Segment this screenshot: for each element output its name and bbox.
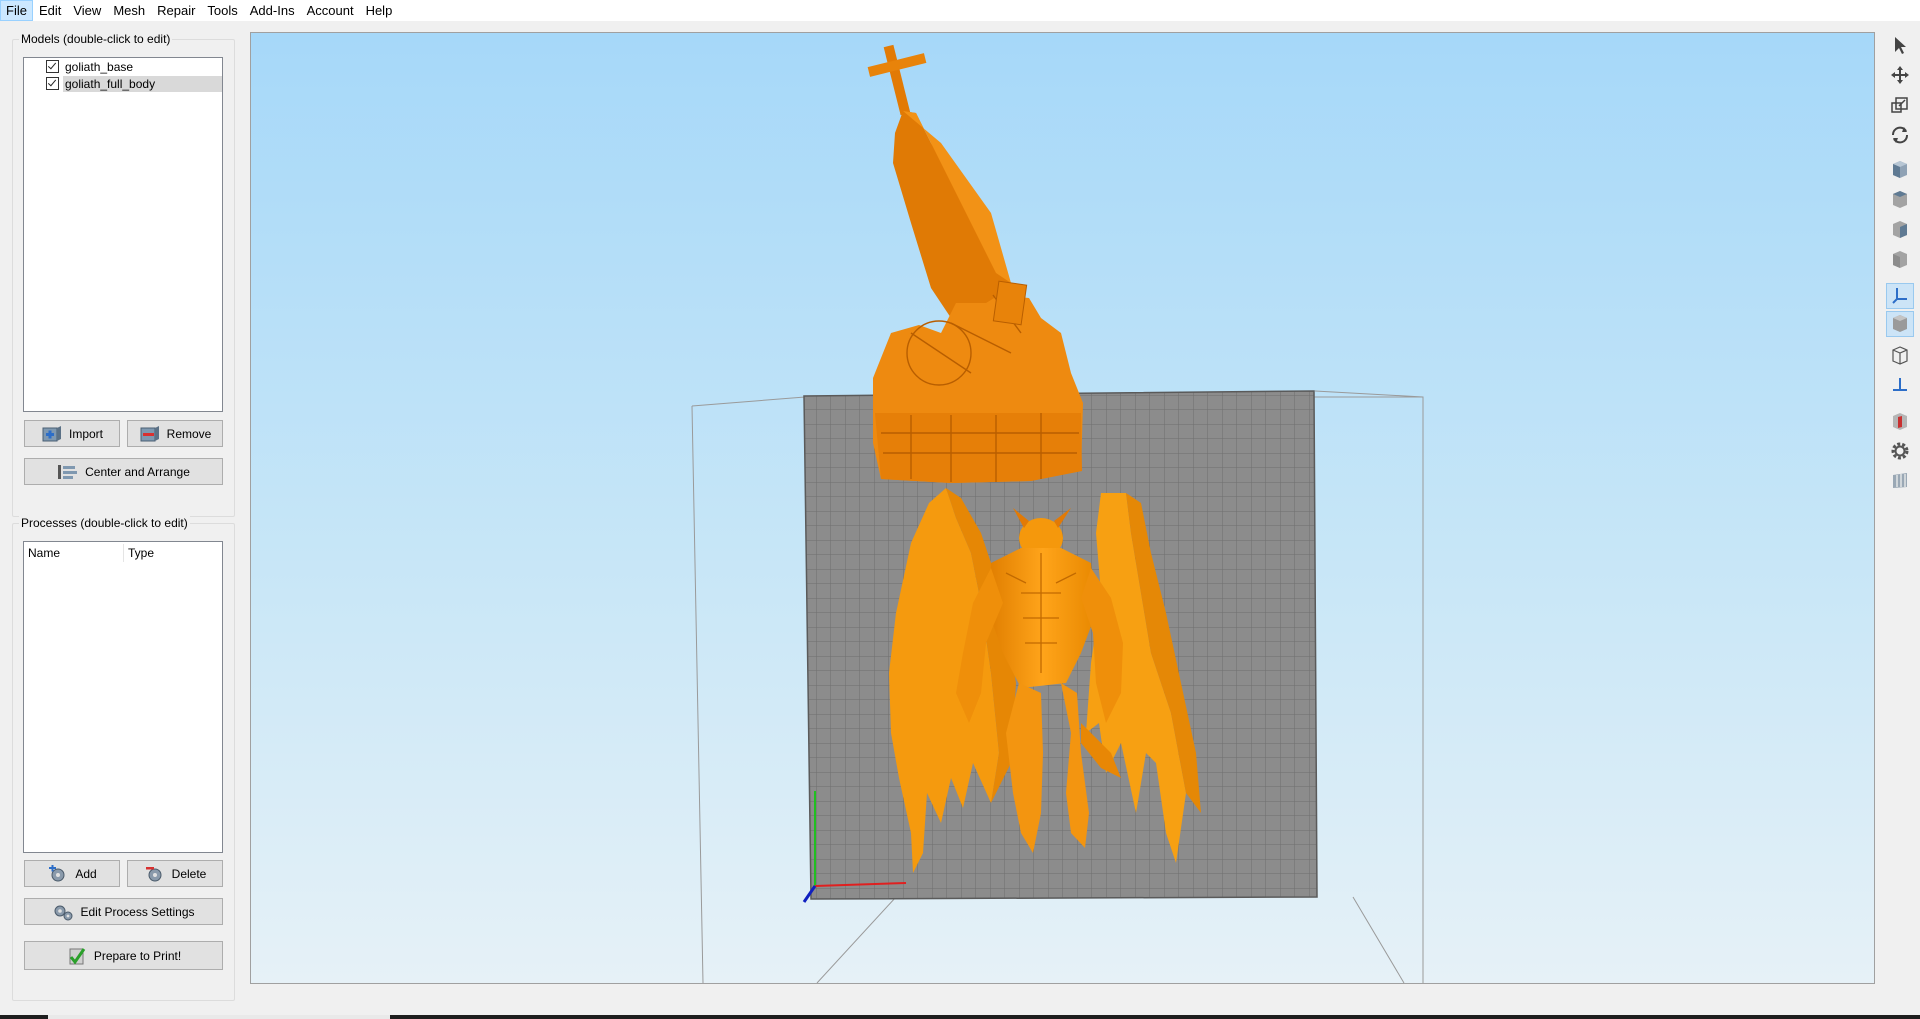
show-axes-button[interactable] (1886, 283, 1914, 309)
model-item-goliath-base[interactable]: goliath_base (46, 58, 135, 75)
rotate-icon (1889, 124, 1911, 149)
menu-help[interactable]: Help (360, 0, 399, 21)
wireframe-view-button[interactable] (1886, 343, 1914, 369)
settings-gear-icon (1889, 440, 1911, 465)
3d-viewport[interactable] (250, 32, 1875, 984)
show-axes-icon (1890, 285, 1910, 308)
origin-icon (1890, 375, 1910, 398)
origin-button[interactable] (1886, 373, 1914, 399)
solid-view-button[interactable] (1886, 311, 1914, 337)
remove-button[interactable]: Remove (127, 420, 223, 447)
delete-process-icon (144, 865, 166, 883)
menu-tools[interactable]: Tools (201, 0, 243, 21)
view-top-icon (1890, 189, 1910, 212)
import-button[interactable]: Import (24, 420, 120, 447)
remove-icon (139, 425, 161, 443)
scale-icon (1890, 95, 1910, 118)
menu-mesh[interactable]: Mesh (107, 0, 151, 21)
model-name: goliath_base (65, 59, 134, 74)
columns-icon (1890, 470, 1910, 493)
view-side-icon (1890, 219, 1910, 242)
right-toolbar (1882, 21, 1920, 981)
settings-button[interactable] (1886, 439, 1914, 465)
model-checkbox[interactable] (46, 77, 59, 90)
solid-view-icon (1890, 313, 1910, 336)
process-settings-icon (52, 903, 74, 921)
edit-process-settings-button[interactable]: Edit Process Settings (24, 898, 223, 925)
import-label: Import (68, 426, 103, 441)
move-tool-button[interactable] (1886, 63, 1914, 89)
menu-bar: File Edit View Mesh Repair Tools Add-Ins… (0, 0, 1920, 21)
view-front-icon (1890, 159, 1910, 182)
processes-table[interactable]: Name Type (23, 541, 223, 853)
menu-view[interactable]: View (67, 0, 107, 21)
add-process-button[interactable]: Add (24, 860, 120, 887)
prepare-check-icon (66, 946, 88, 966)
prepare-to-print-button[interactable]: Prepare to Print! (24, 941, 223, 970)
models-list[interactable]: goliath_base goliath_full_body (23, 57, 223, 412)
column-header-name[interactable]: Name (24, 542, 123, 564)
select-icon (1890, 35, 1910, 58)
section-view-button[interactable] (1886, 409, 1914, 435)
menu-add-ins[interactable]: Add-Ins (244, 0, 301, 21)
add-process-icon (47, 864, 69, 883)
models-group: Models (double-click to edit) goliath_ba… (12, 32, 235, 517)
scene-canvas[interactable] (251, 33, 1874, 983)
prepare-to-print-label: Prepare to Print! (93, 948, 182, 963)
center-arrange-icon (57, 463, 79, 481)
view-bottom-icon (1890, 249, 1910, 272)
models-group-title: Models (double-click to edit) (19, 32, 173, 46)
menu-account[interactable]: Account (301, 0, 360, 21)
delete-process-label: Delete (171, 866, 207, 881)
processes-group-title: Processes (double-click to edit) (19, 516, 190, 530)
import-icon (41, 425, 63, 443)
section-icon (1890, 411, 1910, 434)
model-goliath-base[interactable] (867, 44, 1083, 483)
left-panel: Models (double-click to edit) goliath_ba… (0, 21, 250, 1001)
model-checkbox[interactable] (46, 60, 59, 73)
model-name: goliath_full_body (63, 75, 222, 92)
remove-label: Remove (166, 426, 212, 441)
model-item-goliath-full-body[interactable]: goliath_full_body (46, 75, 222, 92)
center-and-arrange-button[interactable]: Center and Arrange (24, 458, 223, 485)
view-bottom-button[interactable] (1886, 247, 1914, 273)
view-front-button[interactable] (1886, 157, 1914, 183)
edit-process-settings-label: Edit Process Settings (80, 904, 195, 919)
view-side-button[interactable] (1886, 217, 1914, 243)
select-tool-button[interactable] (1886, 33, 1914, 59)
wireframe-view-icon (1890, 345, 1910, 368)
menu-edit[interactable]: Edit (33, 0, 67, 21)
move-icon (1890, 65, 1910, 88)
rotate-tool-button[interactable] (1886, 123, 1914, 149)
processes-group: Processes (double-click to edit) Name Ty… (12, 516, 235, 1001)
columns-button[interactable] (1886, 468, 1914, 494)
bottom-strip (0, 1015, 1920, 1019)
delete-process-button[interactable]: Delete (127, 860, 223, 887)
menu-repair[interactable]: Repair (151, 0, 201, 21)
scale-tool-button[interactable] (1886, 93, 1914, 119)
center-and-arrange-label: Center and Arrange (85, 464, 190, 479)
view-top-button[interactable] (1886, 187, 1914, 213)
column-header-type[interactable]: Type (124, 542, 218, 564)
add-process-label: Add (75, 866, 97, 881)
menu-file[interactable]: File (0, 0, 33, 21)
